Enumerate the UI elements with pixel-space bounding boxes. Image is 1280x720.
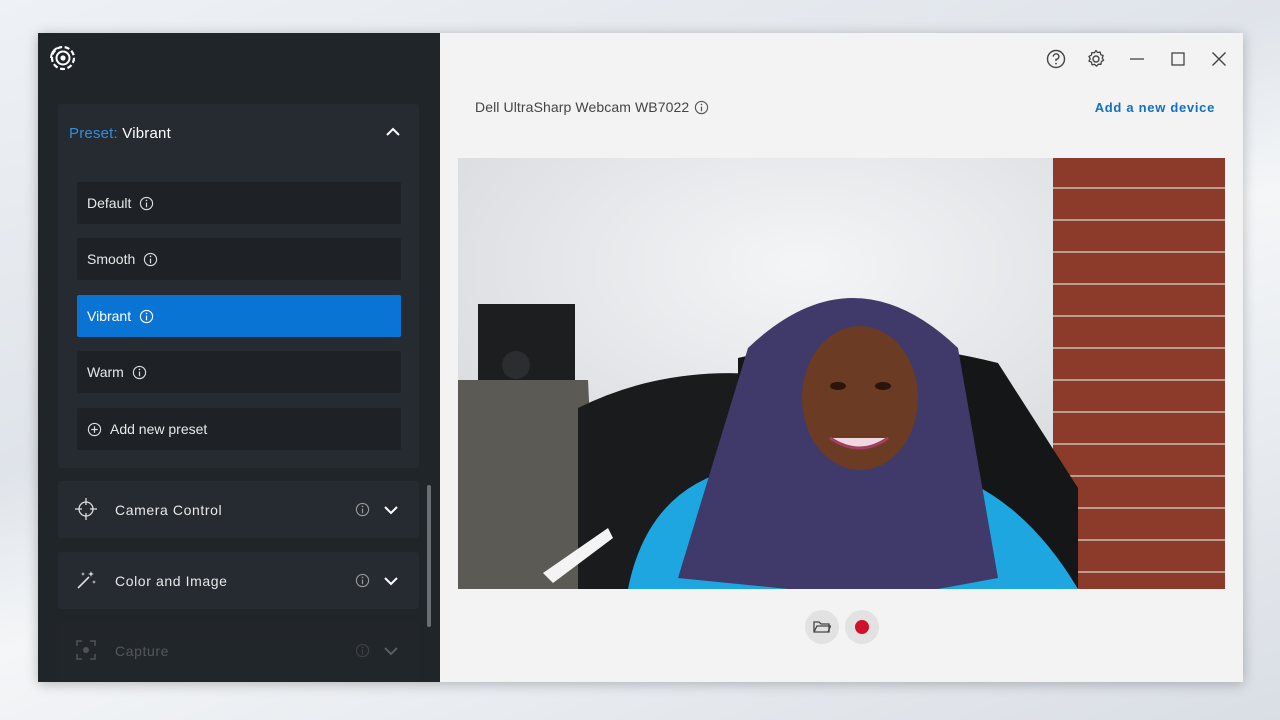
section-color-and-image[interactable]: Color and Image xyxy=(58,552,419,609)
record-icon xyxy=(855,620,869,634)
crosshair-icon xyxy=(75,498,97,520)
camera-feed-image xyxy=(458,158,1225,589)
preset-item-smooth[interactable]: Smooth xyxy=(77,238,401,280)
chevron-down-icon[interactable] xyxy=(383,643,399,659)
main-panel: Dell UltraSharp Webcam WB7022 Add a new … xyxy=(440,33,1243,682)
open-folder-button[interactable] xyxy=(805,610,839,644)
preset-item-label: Vibrant xyxy=(87,308,132,324)
preset-item-label: Warm xyxy=(87,364,124,380)
info-icon[interactable] xyxy=(139,196,154,211)
preset-item-default[interactable]: Default xyxy=(77,182,401,224)
preset-item-vibrant[interactable]: Vibrant xyxy=(77,295,401,337)
add-new-preset-label: Add new preset xyxy=(110,421,208,437)
device-name: Dell UltraSharp Webcam WB7022 xyxy=(475,99,709,115)
app-window: Preset: Vibrant Default Smooth Vibrant W… xyxy=(38,33,1243,682)
plus-circle-icon xyxy=(87,422,102,436)
webcam-settings-logo-icon xyxy=(50,45,76,71)
minimize-icon[interactable] xyxy=(1126,48,1148,70)
info-icon[interactable] xyxy=(143,252,158,267)
maximize-icon[interactable] xyxy=(1167,48,1189,70)
record-button[interactable] xyxy=(845,610,879,644)
info-icon[interactable] xyxy=(132,365,147,380)
section-label: Camera Control xyxy=(115,502,223,518)
info-icon[interactable] xyxy=(355,643,370,658)
preset-panel: Preset: Vibrant Default Smooth Vibrant W… xyxy=(58,104,419,468)
info-icon[interactable] xyxy=(355,573,370,588)
preset-value: Vibrant xyxy=(122,125,171,142)
preset-item-label: Default xyxy=(87,195,132,211)
section-label: Capture xyxy=(115,643,170,659)
info-icon[interactable] xyxy=(694,100,709,115)
device-name-label: Dell UltraSharp Webcam WB7022 xyxy=(475,99,690,115)
gear-icon[interactable] xyxy=(1085,48,1107,70)
magic-wand-icon xyxy=(77,571,96,589)
folder-icon xyxy=(813,621,831,633)
chevron-down-icon[interactable] xyxy=(383,573,399,589)
info-icon[interactable] xyxy=(355,502,370,517)
section-capture[interactable]: Capture xyxy=(58,622,419,679)
capture-frame-icon xyxy=(76,640,96,660)
preset-key-label: Preset: xyxy=(69,125,118,142)
help-icon[interactable] xyxy=(1045,48,1067,70)
add-new-preset-button[interactable]: Add new preset xyxy=(77,408,401,450)
chevron-up-icon[interactable] xyxy=(385,124,401,140)
close-icon[interactable] xyxy=(1208,48,1230,70)
preset-header[interactable]: Preset: Vibrant xyxy=(58,104,419,160)
preset-item-warm[interactable]: Warm xyxy=(77,351,401,393)
section-camera-control[interactable]: Camera Control xyxy=(58,481,419,538)
preset-title: Preset: Vibrant xyxy=(69,125,171,142)
sidebar-scrollbar[interactable] xyxy=(427,485,431,627)
info-icon[interactable] xyxy=(139,309,154,324)
chevron-down-icon[interactable] xyxy=(383,502,399,518)
preset-item-label: Smooth xyxy=(87,251,136,267)
camera-preview xyxy=(458,158,1225,589)
section-label: Color and Image xyxy=(115,573,228,589)
add-new-device-link[interactable]: Add a new device xyxy=(1095,100,1215,115)
sidebar: Preset: Vibrant Default Smooth Vibrant W… xyxy=(38,33,440,682)
